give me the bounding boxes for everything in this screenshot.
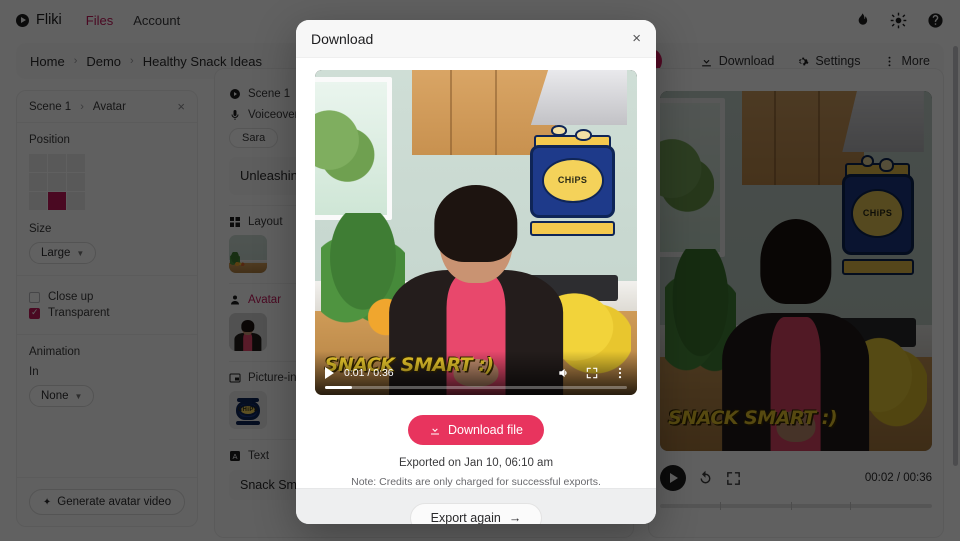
modal-body: CHiPS SNACK SMART :) 0:01 / 0:36 xyxy=(296,58,656,488)
download-modal: Download × CHiPS 0:01 / 0:36 Download fi… xyxy=(296,20,656,524)
modal-title: Download xyxy=(311,30,374,47)
credits-note: Note: Credits are only charged for succe… xyxy=(351,476,601,488)
arrow-right-icon: → xyxy=(508,510,522,525)
modal-header: Download × xyxy=(296,20,656,58)
close-icon[interactable]: × xyxy=(632,31,641,46)
export-again-label: Export again xyxy=(430,510,501,525)
fullscreen-icon[interactable] xyxy=(585,366,599,380)
video-controls-right xyxy=(557,366,627,380)
download-file-button[interactable]: Download file xyxy=(407,415,545,445)
video-time-label: 0:01 / 0:36 xyxy=(344,367,394,379)
volume-icon[interactable] xyxy=(557,366,571,380)
app-root: Fliki Files Account Home › Demo › Health… xyxy=(0,0,960,541)
chips-label: CHiPS xyxy=(557,175,588,186)
video-progress-fill xyxy=(325,386,353,389)
export-again-button[interactable]: Export again → xyxy=(409,502,543,525)
exported-timestamp: Exported on Jan 10, 06:10 am xyxy=(398,457,554,469)
modal-footer: Export again → xyxy=(296,488,656,524)
download-file-label: Download file xyxy=(447,423,524,437)
exported-video-player[interactable]: CHiPS SNACK SMART :) 0:01 / 0:36 xyxy=(315,70,637,395)
download-icon xyxy=(429,424,441,436)
video-progress-bar[interactable] xyxy=(325,386,627,389)
play-icon[interactable] xyxy=(325,367,334,379)
kebab-icon[interactable] xyxy=(613,366,627,380)
